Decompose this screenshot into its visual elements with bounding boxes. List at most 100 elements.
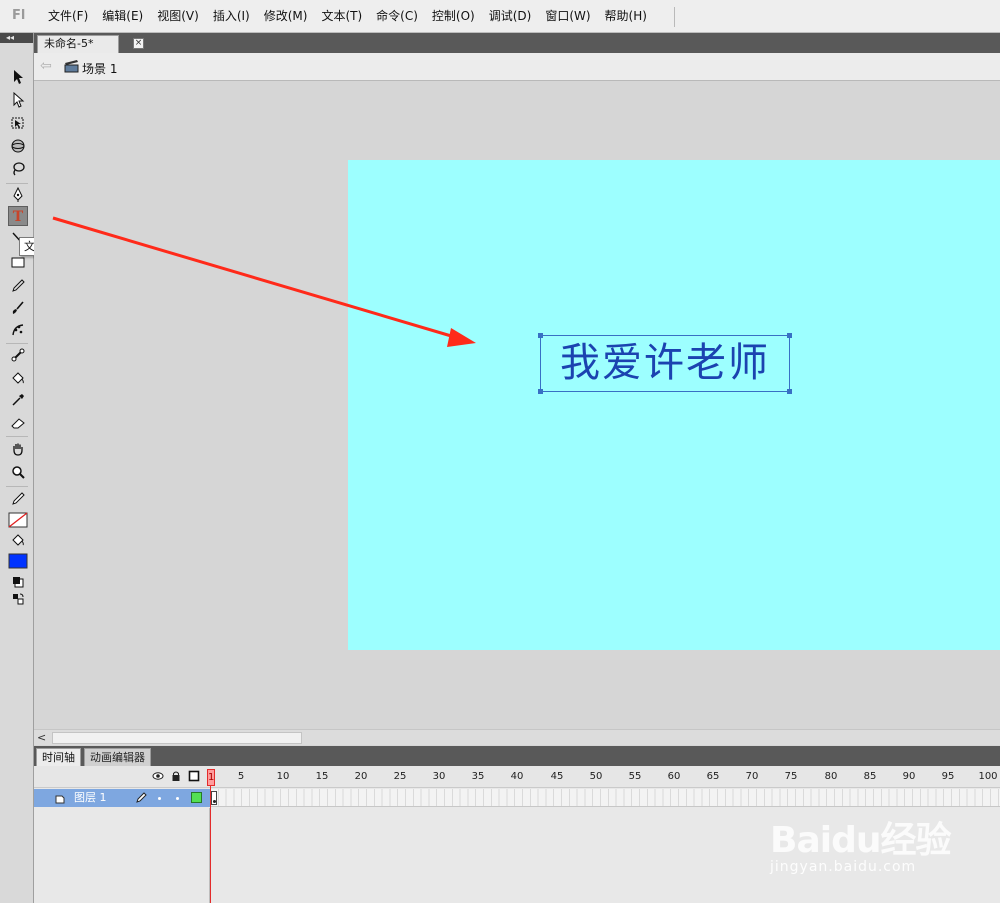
tab-timeline[interactable]: 时间轴	[36, 748, 81, 766]
ruler-number: 85	[863, 771, 877, 782]
layer-row[interactable]: 图层 1	[34, 789, 210, 807]
menu-view[interactable]: 视图(V)	[150, 0, 206, 33]
ruler-number: 60	[667, 771, 681, 782]
tools-panel: ◂◂ T	[0, 33, 34, 903]
brush-tool-icon[interactable]	[8, 298, 28, 318]
menu-help[interactable]: 帮助(H)	[598, 0, 654, 33]
scene-label[interactable]: 场景 1	[82, 60, 117, 77]
ruler-number: 5	[237, 771, 245, 782]
horizontal-scrollbar[interactable]: <	[34, 729, 1000, 745]
ruler-number: 75	[784, 771, 798, 782]
lasso-tool-icon[interactable]	[8, 159, 28, 179]
ruler-number: 25	[393, 771, 407, 782]
visibility-dot[interactable]	[158, 797, 161, 800]
resize-handle[interactable]	[538, 389, 543, 394]
back-arrow-icon[interactable]: ⇦	[40, 59, 52, 73]
menu-file[interactable]: 文件(F)	[41, 0, 95, 33]
stage-canvas[interactable]: 我爱许老师	[348, 160, 1000, 650]
ruler-number: 35	[471, 771, 485, 782]
ruler-number: 65	[706, 771, 720, 782]
selection-tool-icon[interactable]	[8, 67, 28, 87]
ruler-number: 95	[941, 771, 955, 782]
ruler-number: 80	[824, 771, 838, 782]
ruler-number: 55	[628, 771, 642, 782]
scene-icon	[64, 58, 79, 76]
scroll-thumb[interactable]	[52, 732, 302, 744]
text-field-content[interactable]: 我爱许老师	[541, 336, 789, 391]
panel-tab-bar: 时间轴 动画编辑器	[34, 746, 1000, 766]
layer-name[interactable]: 图层 1	[74, 790, 107, 806]
menu-debug[interactable]: 调试(D)	[482, 0, 539, 33]
ruler-number: 45	[550, 771, 564, 782]
zoom-tool-icon[interactable]	[8, 462, 28, 482]
layer-icon	[55, 793, 65, 804]
deco-tool-icon[interactable]	[8, 320, 28, 340]
pencil-tool-icon[interactable]	[8, 276, 28, 296]
document-tab[interactable]: 未命名-5*	[37, 35, 119, 53]
swap-colors-icon[interactable]	[8, 589, 28, 609]
stage-pasteboard: 我爱许老师	[34, 82, 1000, 729]
layer-outline-color[interactable]	[191, 792, 202, 803]
menu-window[interactable]: 窗口(W)	[538, 0, 597, 33]
edit-bar: ⇦ 场景 1	[34, 53, 1000, 81]
free-transform-tool-icon[interactable]	[8, 113, 28, 133]
menu-insert[interactable]: 插入(I)	[206, 0, 257, 33]
ruler-number: 70	[745, 771, 759, 782]
tools-divider	[6, 343, 28, 344]
menu-commands[interactable]: 命令(C)	[369, 0, 425, 33]
subselection-tool-icon[interactable]	[8, 90, 28, 110]
menu-control[interactable]: 控制(O)	[425, 0, 482, 33]
pen-tool-icon[interactable]	[8, 185, 28, 205]
baidu-watermark: Baidu经验 jingyan.baidu.com	[766, 803, 976, 883]
menu-divider	[674, 7, 675, 27]
menu-bar: Fl 文件(F) 编辑(E) 视图(V) 插入(I) 修改(M) 文本(T) 命…	[0, 0, 1000, 33]
ruler-number: 40	[510, 771, 524, 782]
ruler-number: 90	[902, 771, 916, 782]
tools-divider	[6, 486, 28, 487]
fill-color-swatch[interactable]	[8, 551, 28, 571]
playhead[interactable]: 1	[207, 769, 215, 786]
tools-panel-collapse[interactable]: ◂◂	[0, 33, 33, 43]
3d-rotation-tool-icon[interactable]	[8, 136, 28, 156]
eraser-tool-icon[interactable]	[8, 413, 28, 433]
svg-text:T: T	[13, 209, 24, 224]
fill-color-icon[interactable]	[8, 530, 28, 550]
timeline-header: 1 5 10 15 20 25 30 35 40 45 50 55 60 65 …	[34, 766, 1000, 788]
menu-text[interactable]: 文本(T)	[314, 0, 369, 33]
text-tool-icon[interactable]: T	[8, 206, 28, 226]
document-tab-bar: 未命名-5* ×	[34, 33, 1000, 53]
tab-motion-editor[interactable]: 动画编辑器	[84, 748, 151, 766]
keyframe-dot	[213, 800, 216, 803]
layers-empty-area	[34, 808, 210, 903]
pencil-icon	[135, 791, 148, 807]
eyedropper-tool-icon[interactable]	[8, 390, 28, 410]
resize-handle[interactable]	[538, 333, 543, 338]
stroke-color-swatch[interactable]	[8, 510, 28, 530]
playhead-line	[210, 786, 211, 903]
tools-divider	[6, 183, 28, 184]
stroke-color-icon[interactable]	[8, 489, 28, 509]
resize-handle[interactable]	[787, 389, 792, 394]
keyframe[interactable]	[211, 791, 217, 805]
bone-tool-icon[interactable]	[8, 345, 28, 365]
ruler-number: 50	[589, 771, 603, 782]
scroll-left-icon[interactable]: <	[37, 731, 46, 744]
eye-icon[interactable]	[152, 770, 164, 785]
resize-handle[interactable]	[787, 333, 792, 338]
paint-bucket-tool-icon[interactable]	[8, 368, 28, 388]
flash-app-logo: Fl	[12, 8, 26, 23]
hand-tool-icon[interactable]	[8, 439, 28, 459]
watermark-url: jingyan.baidu.com	[770, 859, 917, 875]
close-tab-icon[interactable]: ×	[133, 38, 144, 49]
outline-icon[interactable]	[188, 770, 200, 785]
menu-edit[interactable]: 编辑(E)	[95, 0, 150, 33]
menu-modify[interactable]: 修改(M)	[257, 0, 315, 33]
lock-dot[interactable]	[176, 797, 179, 800]
watermark-logo: Baidu经验	[770, 820, 951, 861]
lock-icon[interactable]	[170, 770, 182, 785]
ruler-number: 10	[276, 771, 290, 782]
text-field[interactable]: 我爱许老师	[538, 333, 792, 394]
menu-items: 文件(F) 编辑(E) 视图(V) 插入(I) 修改(M) 文本(T) 命令(C…	[41, 0, 654, 33]
ruler-number: 30	[432, 771, 446, 782]
tools-divider	[6, 436, 28, 437]
